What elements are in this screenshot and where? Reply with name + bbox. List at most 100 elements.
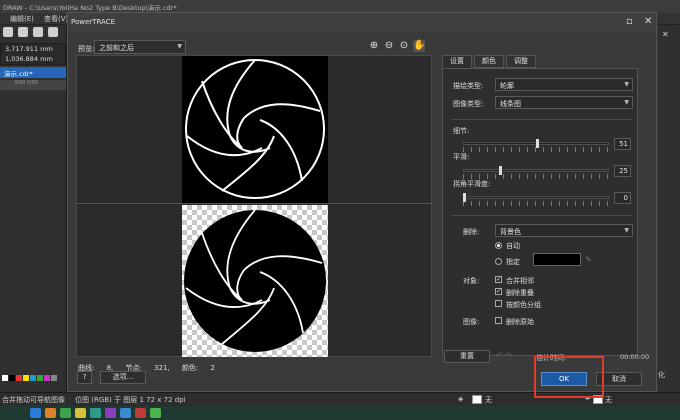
auto-radio[interactable]	[495, 242, 502, 249]
group-by-color-checkbox[interactable]	[495, 300, 502, 307]
preview-divider	[77, 203, 431, 204]
close-docker-icon[interactable]: ✕	[662, 30, 670, 39]
remove-label: 删除:	[463, 228, 480, 236]
menu-edit[interactable]: 编辑(E)	[10, 14, 34, 24]
new-doc-icon[interactable]	[3, 27, 13, 37]
menu-view[interactable]: 查看(V)	[44, 14, 68, 24]
taskbar-app-icon[interactable]	[105, 408, 116, 418]
image-label: 图像:	[463, 318, 480, 326]
detail-label: 细节:	[453, 127, 470, 135]
corner-smoothness-label: 拐角平滑度:	[453, 180, 491, 188]
remove-overlap-checkbox[interactable]: ✓	[495, 288, 502, 295]
undo-redo-icons[interactable]: ↶ ↷	[496, 351, 512, 360]
highlight-box	[534, 356, 604, 398]
tab-colors[interactable]: 颜色	[474, 55, 504, 68]
height-readout[interactable]: 1,036.884 mm	[1, 54, 65, 64]
corner-slider-ticks	[463, 201, 609, 206]
status-outline-text: 无	[605, 396, 612, 404]
corner-smoothness-slider[interactable]	[463, 196, 609, 199]
delete-original-checkbox[interactable]	[495, 317, 502, 324]
taskbar-app-icon[interactable]	[30, 408, 41, 418]
chevron-down-icon: ▼	[624, 81, 629, 88]
width-readout[interactable]: 3,717.911 mm	[1, 44, 65, 54]
options-button[interactable]: 选项...	[100, 371, 146, 384]
specify-label: 指定	[506, 258, 520, 266]
separator	[451, 215, 631, 216]
remove-value: 背景色	[500, 228, 521, 236]
detail-value-input[interactable]: 51	[614, 138, 631, 150]
dialog-titlebar: PowerTRACE ▫ ✕	[68, 13, 656, 31]
tab-settings[interactable]: 设置	[442, 55, 472, 68]
swatch-magenta[interactable]	[44, 375, 50, 381]
swatch-black[interactable]	[9, 375, 15, 381]
taskbar	[0, 406, 680, 420]
zoom-toolbar: ⊕ ⊖ ⊙ ✋	[368, 40, 425, 52]
preview-mode-value: 之前和之后	[99, 44, 134, 52]
chevron-down-icon: ▼	[624, 227, 629, 234]
separator	[451, 119, 631, 120]
trace-type-label: 描绘类型:	[453, 82, 484, 90]
image-type-value: 线条图	[500, 100, 521, 108]
tab-adjust[interactable]: 调整	[506, 55, 536, 68]
fill-indicator-icon[interactable]: ◈	[458, 395, 463, 403]
swatch-white[interactable]	[2, 375, 8, 381]
zoom-out-icon[interactable]: ⊖	[383, 40, 395, 52]
taskbar-app-icon[interactable]	[120, 408, 131, 418]
nodes-value: 321,	[154, 364, 170, 372]
dimension-box: 3,717.911 mm 1,036.884 mm	[0, 43, 66, 65]
cloud-icon[interactable]	[33, 27, 43, 37]
image-type-label: 图像类型:	[453, 100, 484, 108]
remove-select[interactable]: 背景色 ▼	[495, 224, 633, 237]
taskbar-app-icon[interactable]	[45, 408, 56, 418]
merge-adjacent-checkbox[interactable]: ✓	[495, 276, 502, 283]
remove-overlap-label: 删除重叠	[506, 289, 534, 297]
pan-hand-icon[interactable]: ✋	[413, 40, 425, 52]
taskbar-app-icon[interactable]	[60, 408, 71, 418]
auto-label: 自动	[506, 242, 520, 250]
before-preview	[182, 56, 328, 203]
taskbar-app-icon[interactable]	[75, 408, 86, 418]
chevron-down-icon: ▼	[624, 99, 629, 106]
swatch-yellow[interactable]	[23, 375, 29, 381]
colors-label: 颜色:	[181, 364, 199, 372]
smoothing-slider[interactable]	[463, 169, 609, 172]
swatch-red[interactable]	[16, 375, 22, 381]
swatch-green[interactable]	[37, 375, 43, 381]
swatch-blue[interactable]	[30, 375, 36, 381]
taskbar-app-icon[interactable]	[135, 408, 146, 418]
preview-mode-select[interactable]: 之前和之后 ▼	[94, 40, 186, 54]
settings-tabs: 设置 颜色 调整	[442, 55, 536, 68]
app-left-panel: 3,717.911 mm 1,036.884 mm 演示.cdr* 3/00 0…	[0, 25, 67, 412]
colors-value: 2	[210, 364, 215, 372]
zoom-fit-icon[interactable]: ⊙	[398, 40, 410, 52]
dialog-title: PowerTRACE	[71, 18, 115, 26]
specify-radio[interactable]	[495, 258, 502, 265]
preview-area[interactable]	[76, 55, 432, 357]
eyedropper-icon[interactable]: ✎	[585, 255, 592, 264]
help-button[interactable]: ?	[77, 371, 92, 384]
delete-original-label: 删除原始	[506, 318, 534, 326]
taskbar-app-icon[interactable]	[150, 408, 161, 418]
document-tab[interactable]: 演示.cdr*	[0, 67, 66, 78]
cloud-upload-icon[interactable]	[48, 27, 58, 37]
zoom-in-icon[interactable]: ⊕	[368, 40, 380, 52]
preview-label: 预览:	[78, 45, 95, 53]
objects-label: 对象:	[463, 277, 480, 285]
smoothing-slider-thumb[interactable]	[499, 166, 502, 175]
close-icon[interactable]: ✕	[644, 16, 652, 27]
background-color-swatch[interactable]	[533, 253, 581, 266]
save-icon[interactable]	[18, 27, 28, 37]
corner-slider-thumb[interactable]	[463, 193, 466, 202]
reset-button[interactable]: 重置	[444, 350, 490, 363]
image-type-select[interactable]: 线条图 ▼	[495, 96, 633, 109]
chevron-down-icon: ▼	[177, 43, 182, 50]
status-hint: 合并拖动可导航图像	[2, 396, 65, 404]
maximize-icon[interactable]: ▫	[626, 16, 633, 27]
trace-type-select[interactable]: 轮廓 ▼	[495, 78, 633, 91]
taskbar-app-icon[interactable]	[90, 408, 101, 418]
smoothing-value-input[interactable]: 25	[614, 165, 631, 177]
status-fill-text: 无	[485, 396, 492, 404]
swatch-gray[interactable]	[51, 375, 57, 381]
corner-value-input[interactable]: 0	[614, 192, 631, 204]
detail-slider-thumb[interactable]	[536, 139, 539, 148]
